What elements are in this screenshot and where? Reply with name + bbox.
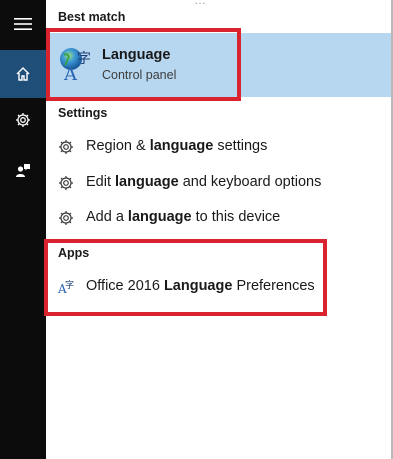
settings-result-add-language[interactable]: Add a language to this device bbox=[46, 201, 391, 235]
clipped-top-text: … bbox=[194, 0, 206, 7]
settings-result-region-language[interactable]: Region & language settings bbox=[46, 130, 391, 164]
section-title-settings: Settings bbox=[58, 106, 108, 120]
annotation-box-best-match bbox=[46, 28, 241, 101]
feedback-icon bbox=[16, 164, 30, 177]
settings-result-edit-language[interactable]: Edit language and keyboard options bbox=[46, 166, 391, 200]
gear-icon bbox=[59, 176, 73, 190]
settings-button[interactable] bbox=[0, 96, 46, 144]
gear-icon bbox=[59, 140, 73, 154]
menu-button[interactable] bbox=[0, 0, 46, 48]
section-title-best-match: Best match bbox=[58, 10, 126, 24]
settings-result-label: Region & language settings bbox=[86, 138, 268, 154]
settings-result-label: Add a language to this device bbox=[86, 209, 281, 225]
hamburger-menu-icon bbox=[14, 18, 32, 30]
gear-icon bbox=[59, 211, 73, 225]
home-icon bbox=[16, 67, 30, 81]
gear-icon bbox=[16, 113, 30, 127]
home-button[interactable] bbox=[0, 50, 46, 98]
feedback-button[interactable] bbox=[0, 146, 46, 194]
annotation-box-apps bbox=[44, 239, 327, 316]
settings-result-label: Edit language and keyboard options bbox=[86, 174, 322, 190]
start-sidebar bbox=[0, 0, 46, 459]
